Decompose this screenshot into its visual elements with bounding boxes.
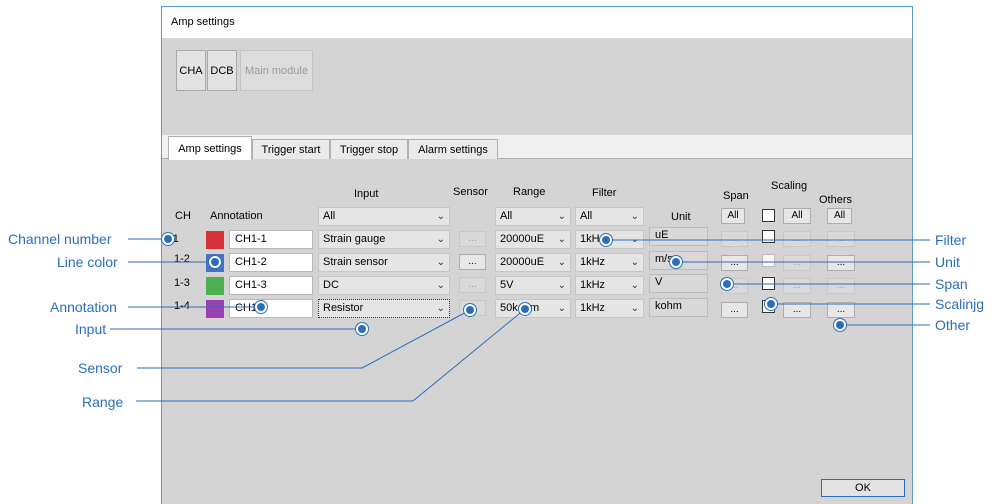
callout-marker bbox=[670, 256, 682, 268]
callout-scaling: Scalinjg bbox=[935, 296, 985, 312]
callout-marker bbox=[721, 278, 733, 290]
callout-span: Span bbox=[935, 276, 968, 292]
callout-marker bbox=[356, 323, 368, 335]
callout-line-color: Line color bbox=[57, 254, 118, 270]
callout-filter: Filter bbox=[935, 232, 967, 248]
callout-marker bbox=[834, 319, 846, 331]
callout-marker bbox=[464, 304, 476, 316]
callout-range: Range bbox=[82, 394, 124, 410]
callout-marker bbox=[209, 256, 221, 268]
callout-marker bbox=[765, 298, 777, 310]
callout-other: Other bbox=[935, 317, 971, 333]
callout-annotation: Annotation bbox=[50, 299, 117, 315]
callout-marker bbox=[600, 234, 612, 246]
callout-channel-number: Channel number bbox=[8, 231, 112, 247]
callout-input: Input bbox=[75, 321, 107, 337]
callout-marker bbox=[255, 301, 267, 313]
callout-lines bbox=[110, 238, 930, 402]
callout-sensor: Sensor bbox=[78, 360, 123, 376]
callout-unit: Unit bbox=[935, 254, 960, 270]
callout-marker bbox=[162, 233, 174, 245]
callout-marker bbox=[519, 303, 531, 315]
